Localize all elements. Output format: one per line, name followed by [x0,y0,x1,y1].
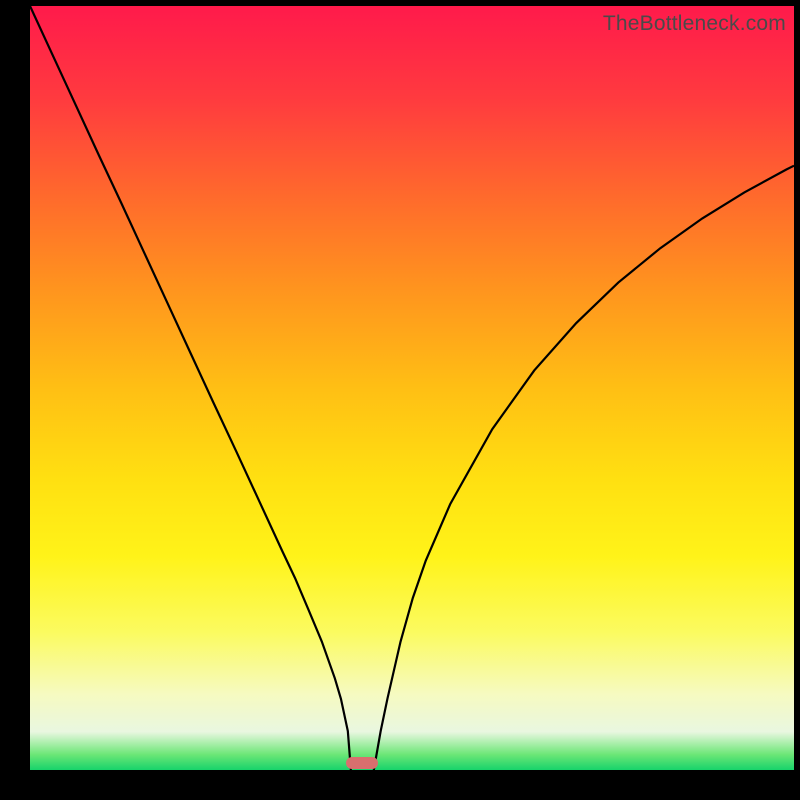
curve-left [30,6,351,770]
curve-layer [30,6,794,770]
plot-area: TheBottleneck.com [30,6,794,770]
bottleneck-marker [346,757,378,769]
curve-right [374,166,794,770]
chart-container: TheBottleneck.com [0,0,800,800]
